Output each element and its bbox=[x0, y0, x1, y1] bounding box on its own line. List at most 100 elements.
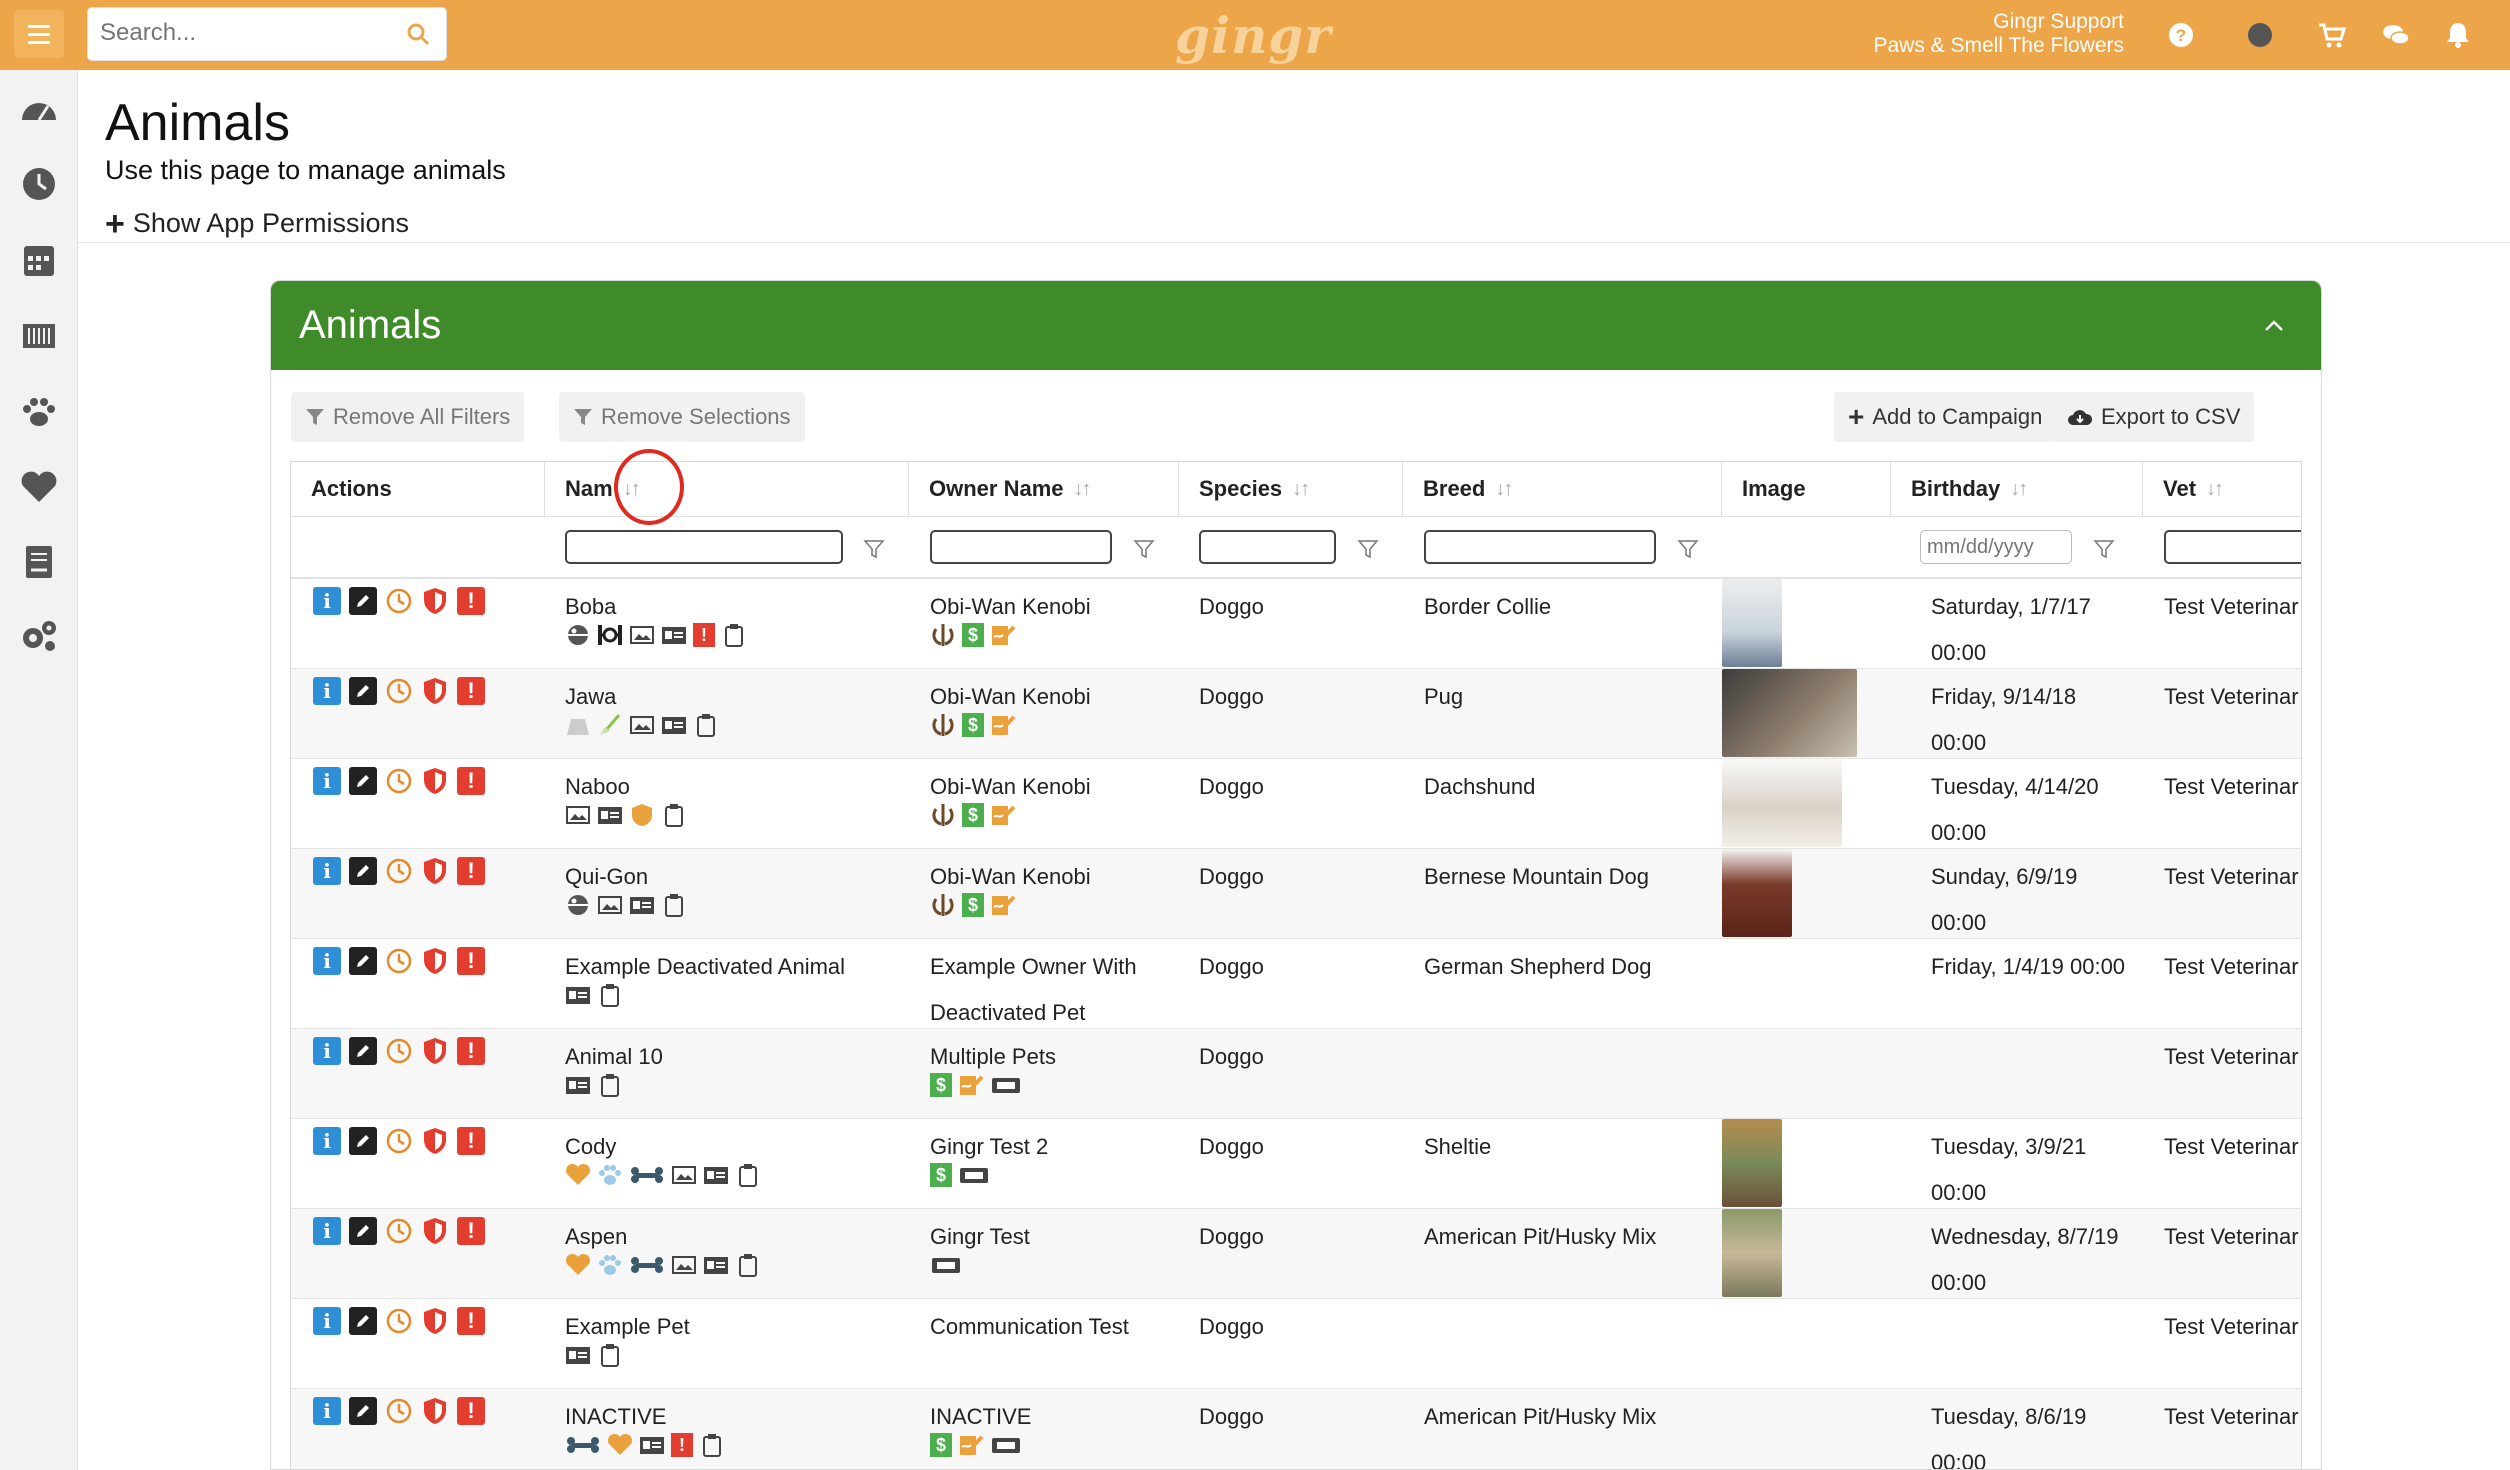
schedule-icon[interactable] bbox=[385, 1217, 413, 1245]
filter-vet-input[interactable] bbox=[2164, 530, 2301, 564]
shield-icon[interactable] bbox=[421, 1127, 449, 1155]
search-icon[interactable] bbox=[406, 22, 430, 46]
status-dot-icon[interactable] bbox=[2245, 20, 2275, 50]
animal-photo[interactable] bbox=[1722, 579, 1782, 667]
filter-birthday-date[interactable] bbox=[1920, 530, 2072, 564]
table-row[interactable]: i! Qui-Gon Obi-Wan Kenobi $ Doggo Bernes… bbox=[291, 848, 2301, 938]
shield-icon[interactable] bbox=[421, 767, 449, 795]
export-csv-button[interactable]: Export to CSV bbox=[2053, 392, 2255, 442]
schedule-icon[interactable] bbox=[385, 1307, 413, 1335]
shield-icon[interactable] bbox=[421, 1307, 449, 1335]
column-header-name[interactable]: Nam ↓↑ bbox=[545, 462, 909, 516]
sort-icon[interactable]: ↓↑ bbox=[1292, 478, 1310, 501]
schedule-icon[interactable] bbox=[385, 947, 413, 975]
info-icon[interactable]: i bbox=[313, 587, 341, 615]
sort-icon[interactable]: ↓↑ bbox=[1074, 478, 1092, 501]
animal-photo[interactable] bbox=[1722, 849, 1792, 937]
heart-icon[interactable] bbox=[18, 466, 60, 506]
schedule-icon[interactable] bbox=[385, 677, 413, 705]
alert-icon[interactable]: ! bbox=[457, 1307, 485, 1335]
info-icon[interactable]: i bbox=[313, 767, 341, 795]
dashboard-icon[interactable] bbox=[18, 90, 60, 130]
schedule-icon[interactable] bbox=[385, 1127, 413, 1155]
calendar-icon[interactable] bbox=[18, 240, 60, 280]
owner-name[interactable]: Communication Test bbox=[930, 1313, 1129, 1359]
animal-name[interactable]: Qui-Gon bbox=[565, 863, 648, 891]
alert-icon[interactable]: ! bbox=[457, 857, 485, 885]
alert-icon[interactable]: ! bbox=[457, 767, 485, 795]
owner-name[interactable]: Example Owner With Deactivated Pet bbox=[930, 953, 1137, 1027]
column-header-vet[interactable]: Vet ↓↑ bbox=[2143, 462, 2301, 516]
clock-icon[interactable] bbox=[18, 164, 60, 204]
show-app-permissions-link[interactable]: + Show App Permissions bbox=[105, 207, 409, 241]
shield-icon[interactable] bbox=[421, 587, 449, 615]
add-to-campaign-button[interactable]: + Add to Campaign bbox=[1834, 392, 2057, 442]
animal-name[interactable]: Example Deactivated Animal bbox=[565, 953, 845, 981]
card-header[interactable]: Animals bbox=[271, 281, 2321, 370]
edit-icon[interactable] bbox=[349, 857, 377, 885]
shield-icon[interactable] bbox=[421, 677, 449, 705]
animal-photo[interactable] bbox=[1722, 669, 1857, 757]
filter-icon[interactable] bbox=[1357, 538, 1379, 560]
table-row[interactable]: i! Example Deactivated Animal Example Ow… bbox=[291, 938, 2301, 1028]
table-row[interactable]: i! Cody Gingr Test 2 $ Doggo Sheltie Tue… bbox=[291, 1118, 2301, 1208]
schedule-icon[interactable] bbox=[385, 857, 413, 885]
animal-photo[interactable] bbox=[1722, 759, 1842, 847]
filter-breed-input[interactable] bbox=[1424, 530, 1656, 564]
help-icon[interactable]: ? bbox=[2166, 20, 2196, 50]
paw-icon[interactable] bbox=[18, 392, 60, 432]
alert-icon[interactable]: ! bbox=[457, 1217, 485, 1245]
table-row[interactable]: i! Boba ! Obi-Wan Kenobi $ Doggo Border … bbox=[291, 578, 2301, 668]
schedule-icon[interactable] bbox=[385, 587, 413, 615]
account-info[interactable]: Gingr Support Paws & Smell The Flowers bbox=[1873, 10, 2124, 58]
animal-name[interactable]: Naboo bbox=[565, 773, 630, 801]
barcode-icon[interactable] bbox=[18, 316, 60, 356]
filter-name-input[interactable] bbox=[565, 530, 843, 564]
shield-icon[interactable] bbox=[421, 947, 449, 975]
edit-icon[interactable] bbox=[349, 1307, 377, 1335]
column-header-owner[interactable]: Owner Name ↓↑ bbox=[909, 462, 1179, 516]
info-icon[interactable]: i bbox=[313, 947, 341, 975]
animal-name[interactable]: Aspen bbox=[565, 1223, 627, 1251]
info-icon[interactable]: i bbox=[313, 1127, 341, 1155]
sort-icon[interactable]: ↓↑ bbox=[2206, 478, 2224, 501]
bell-icon[interactable] bbox=[2443, 20, 2473, 50]
alert-icon[interactable]: ! bbox=[457, 1397, 485, 1425]
shield-icon[interactable] bbox=[421, 1397, 449, 1425]
edit-icon[interactable] bbox=[349, 1037, 377, 1065]
filter-icon[interactable] bbox=[1133, 538, 1155, 560]
settings-gears-icon[interactable] bbox=[18, 616, 60, 656]
animal-name[interactable]: Animal 10 bbox=[565, 1043, 663, 1071]
schedule-icon[interactable] bbox=[385, 767, 413, 795]
column-header-breed[interactable]: Breed ↓↑ bbox=[1403, 462, 1722, 516]
animal-name[interactable]: Example Pet bbox=[565, 1313, 690, 1341]
filter-icon[interactable] bbox=[2093, 538, 2115, 560]
filter-species-input[interactable] bbox=[1199, 530, 1336, 564]
info-icon[interactable]: i bbox=[313, 857, 341, 885]
info-icon[interactable]: i bbox=[313, 1037, 341, 1065]
chat-icon[interactable] bbox=[2381, 20, 2411, 50]
animal-photo[interactable] bbox=[1722, 1209, 1782, 1297]
edit-icon[interactable] bbox=[349, 1217, 377, 1245]
table-row[interactable]: i! Jawa Obi-Wan Kenobi $ Doggo Pug Frida… bbox=[291, 668, 2301, 758]
chevron-up-icon[interactable] bbox=[2263, 315, 2285, 337]
sort-icon[interactable]: ↓↑ bbox=[1495, 478, 1513, 501]
edit-icon[interactable] bbox=[349, 1127, 377, 1155]
remove-selections-button[interactable]: Remove Selections bbox=[559, 392, 805, 442]
remove-all-filters-button[interactable]: Remove All Filters bbox=[291, 392, 525, 442]
alert-icon[interactable]: ! bbox=[457, 587, 485, 615]
menu-button[interactable] bbox=[14, 10, 64, 58]
animal-name[interactable]: Cody bbox=[565, 1133, 616, 1161]
info-icon[interactable]: i bbox=[313, 677, 341, 705]
alert-icon[interactable]: ! bbox=[457, 1037, 485, 1065]
edit-icon[interactable] bbox=[349, 767, 377, 795]
edit-icon[interactable] bbox=[349, 587, 377, 615]
column-header-species[interactable]: Species ↓↑ bbox=[1179, 462, 1403, 516]
schedule-icon[interactable] bbox=[385, 1397, 413, 1425]
edit-icon[interactable] bbox=[349, 1397, 377, 1425]
animal-photo[interactable] bbox=[1722, 1119, 1782, 1207]
info-icon[interactable]: i bbox=[313, 1307, 341, 1335]
alert-icon[interactable]: ! bbox=[457, 677, 485, 705]
column-header-birthday[interactable]: Birthday ↓↑ bbox=[1891, 462, 2143, 516]
book-icon[interactable] bbox=[18, 542, 60, 582]
